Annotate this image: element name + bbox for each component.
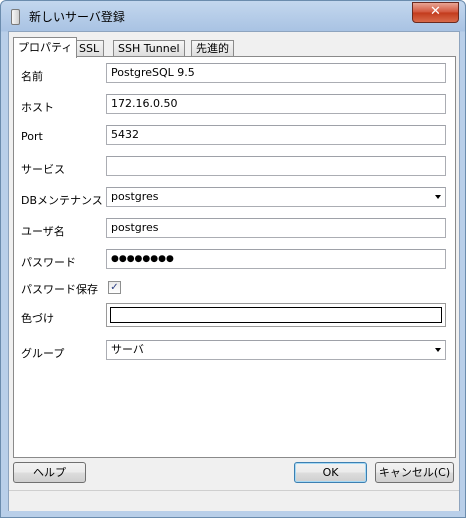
window-title: 新しいサーバ登録	[29, 10, 125, 24]
name-label: 名前	[21, 70, 43, 83]
save-password-label: パスワード保存	[21, 283, 98, 296]
host-label: ホスト	[21, 101, 54, 114]
color-swatch	[110, 307, 442, 323]
ok-button[interactable]: OK	[294, 462, 367, 483]
tab-ssl[interactable]: SSL	[74, 40, 105, 57]
name-input[interactable]: PostgreSQL 9.5	[106, 63, 446, 83]
maintenance-db-select[interactable]: postgres	[106, 187, 446, 207]
dialog-window: 新しいサーバ登録 ✕ プロパティ SSL SSH Tunnel 先進的 名前 P…	[0, 0, 466, 518]
port-input[interactable]: 5432	[106, 125, 446, 145]
password-label: パスワード	[21, 256, 76, 269]
maintenance-db-label: DBメンテナンス	[21, 194, 103, 207]
chevron-down-icon	[435, 195, 441, 199]
help-button[interactable]: ヘルプ	[13, 462, 86, 483]
group-label: グループ	[21, 347, 65, 360]
status-bar	[9, 490, 459, 511]
color-label: 色づけ	[21, 312, 54, 325]
username-input[interactable]: postgres	[106, 218, 446, 238]
maintenance-db-value: postgres	[111, 190, 159, 203]
dialog-body: プロパティ SSL SSH Tunnel 先進的 名前 PostgreSQL 9…	[8, 31, 460, 511]
group-value: サーバ	[111, 343, 144, 356]
color-picker[interactable]	[106, 303, 446, 327]
port-label: Port	[21, 130, 43, 143]
tab-advanced[interactable]: 先進的	[191, 40, 234, 57]
host-input[interactable]: 172.16.0.50	[106, 94, 446, 114]
username-label: ユーザ名	[21, 225, 65, 238]
app-icon	[11, 9, 20, 25]
service-label: サービス	[21, 163, 65, 176]
properties-panel: 名前 PostgreSQL 9.5 ホスト 172.16.0.50 Port 5…	[13, 56, 456, 458]
close-button[interactable]: ✕	[412, 2, 459, 23]
tab-ssh-tunnel[interactable]: SSH Tunnel	[113, 40, 185, 57]
chevron-down-icon	[435, 348, 441, 352]
service-input[interactable]	[106, 156, 446, 176]
password-input[interactable]: ●●●●●●●●	[106, 249, 446, 269]
title-bar[interactable]: 新しいサーバ登録 ✕	[1, 1, 465, 31]
tab-properties[interactable]: プロパティ	[13, 37, 78, 58]
save-password-checkbox[interactable]: ✓	[108, 281, 121, 294]
cancel-button[interactable]: キャンセル(C)	[375, 462, 454, 483]
group-select[interactable]: サーバ	[106, 340, 446, 360]
